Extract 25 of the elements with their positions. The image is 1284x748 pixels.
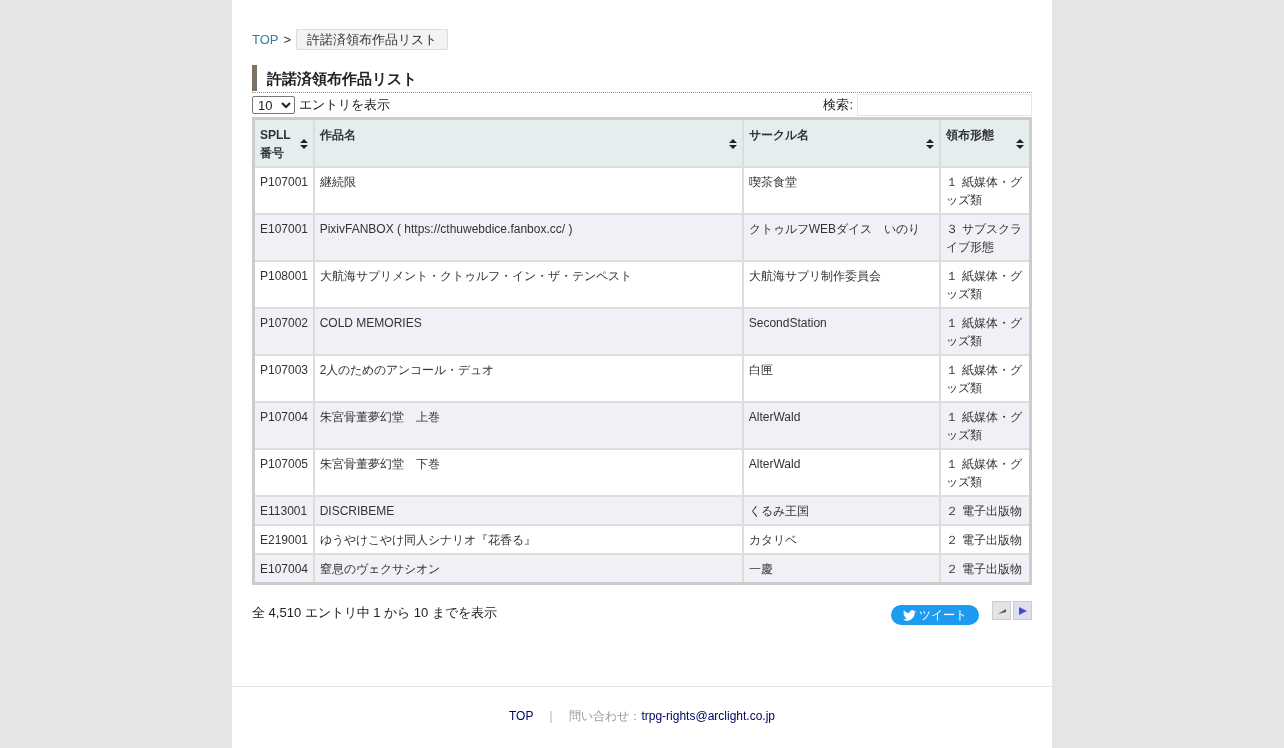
contact-label: 問い合わせ： xyxy=(569,707,642,725)
column-header[interactable]: SPLL番号 xyxy=(253,118,314,167)
footer-top-link[interactable]: TOP xyxy=(509,706,534,725)
contact-email-link[interactable]: trpg-rights@arclight.co.jp xyxy=(641,706,775,725)
right-arrow-icon xyxy=(1017,605,1028,616)
breadcrumb-separator: > xyxy=(283,30,292,49)
column-header[interactable]: 領布形態 xyxy=(940,118,1031,167)
sort-icon xyxy=(1016,139,1024,149)
column-header[interactable]: 作品名 xyxy=(313,118,743,167)
footer-separator: ｜ xyxy=(545,707,558,725)
heading-accent-bar xyxy=(252,65,257,91)
entries-label: エントリを表示 xyxy=(299,95,390,114)
search-label: 検索: xyxy=(823,95,853,114)
entries-info: 全 4,510 エントリ中 1 から 10 までを表示 xyxy=(252,604,497,622)
sort-icon xyxy=(728,139,737,149)
page-heading: 許諾済領布作品リスト xyxy=(267,68,417,89)
sort-icon xyxy=(299,139,308,149)
top-link[interactable]: TOP xyxy=(252,29,279,50)
current-page-label: 許諾済領布作品リスト xyxy=(296,28,449,51)
next-page-button[interactable] xyxy=(1013,601,1032,620)
column-header[interactable]: サークル名 xyxy=(742,118,941,167)
sort-icon xyxy=(926,139,935,149)
bird-icon xyxy=(903,609,916,621)
search-field[interactable] xyxy=(857,93,1032,116)
entries-select[interactable]: 10 xyxy=(252,95,295,114)
